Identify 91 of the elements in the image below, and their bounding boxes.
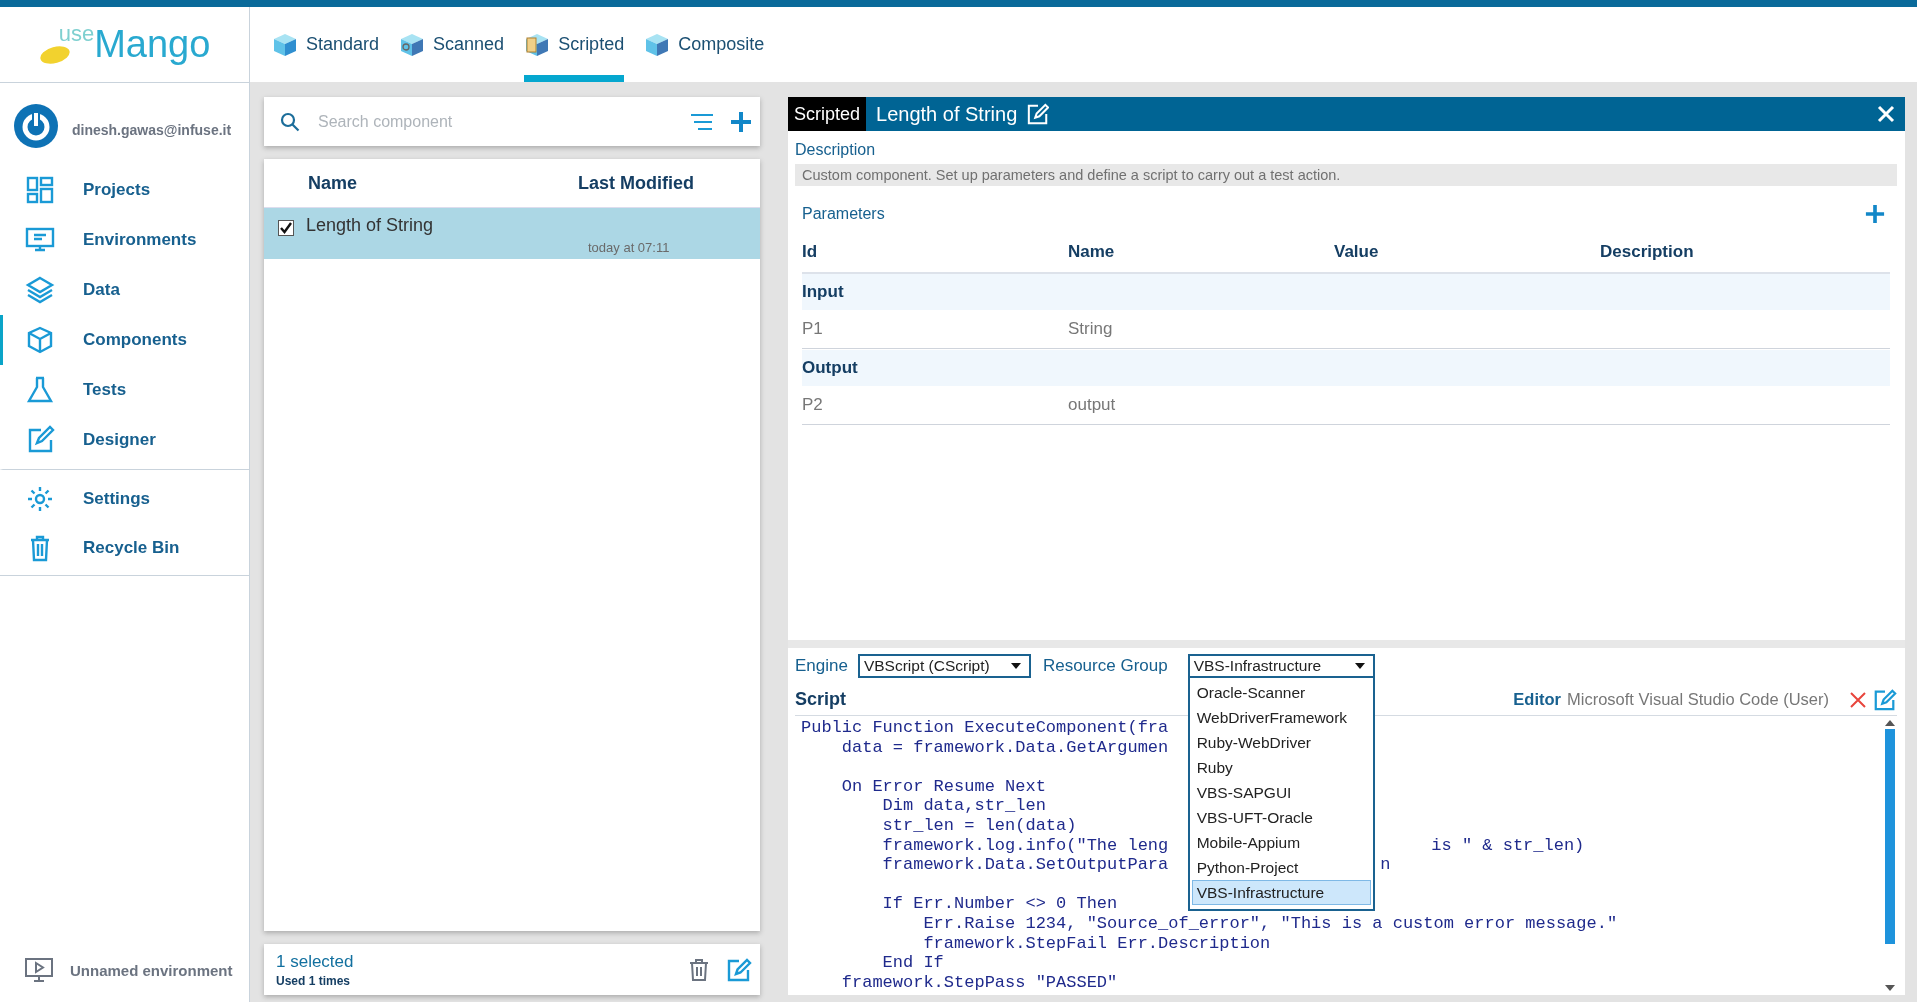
power-icon (14, 104, 58, 148)
code-line: framework.Data.SetOutputPara (881, 855, 1169, 875)
code-line: Err.Raise 1234, "Source_of_error", "This is a custom error message." (922, 913, 1618, 934)
column-header: Id (802, 242, 819, 262)
column-header: Name (307, 172, 359, 194)
table-cell-text: P2 (802, 394, 824, 416)
code-line: On Error Resume Next (840, 776, 1046, 797)
nav-item[interactable]: Settings (0, 469, 249, 523)
cube-icon (524, 31, 551, 58)
trash-icon[interactable] (688, 957, 710, 982)
nav-icon (25, 275, 55, 305)
edit-icon[interactable] (1027, 103, 1050, 125)
scroll-up-icon[interactable] (1885, 720, 1895, 726)
group-row: Input (802, 274, 1890, 310)
nav-icon (25, 375, 55, 405)
cube-icon (644, 31, 671, 58)
cube-icon (272, 31, 298, 58)
component-row[interactable]: Length of String today at 07:11 (264, 208, 760, 259)
checkbox[interactable] (278, 220, 294, 236)
editor-label: Editor (1513, 690, 1562, 709)
add-icon[interactable] (1865, 204, 1885, 224)
nav-item[interactable]: Recycle Bin (0, 523, 249, 573)
modified-time: today at 07:11 (588, 240, 670, 255)
search-field[interactable]: Search component (264, 97, 760, 146)
search-icon (280, 111, 300, 132)
table-cell-text: output (1068, 394, 1117, 416)
code-line: End If (881, 953, 944, 973)
code-line: framework.StepFail Err.Description (922, 933, 1271, 954)
environment-label: Unnamed environment (70, 961, 233, 979)
edit-icon[interactable] (1873, 687, 1897, 712)
dropdown-option[interactable]: Mobile-Appium (1191, 830, 1371, 855)
cube-icon (399, 31, 426, 58)
engine-label: Engine (795, 656, 848, 676)
dropdown-option[interactable]: VBS-SAPGUI (1191, 780, 1371, 805)
nav-item[interactable]: Designer (0, 415, 249, 465)
code-line: is " & str_len) (1430, 835, 1585, 856)
code-line: data = framework.Data.GetArgumen (840, 737, 1169, 758)
dropdown-option[interactable]: Python-Project (1191, 855, 1371, 880)
nav-item[interactable]: Data (0, 265, 249, 315)
selection-count: 1 selected (276, 951, 355, 972)
edit-icon[interactable] (726, 956, 752, 983)
add-icon[interactable] (730, 110, 752, 133)
script-label: Script (795, 689, 846, 710)
description-text: Custom component. Set up parameters and define a script to carry out a test action. (795, 164, 1897, 186)
editor-name: Microsoft Visual Studio Code (User) (1567, 690, 1829, 709)
dropdown-option[interactable]: Ruby (1191, 755, 1371, 780)
logo-name: Mango (94, 23, 211, 66)
nav-icon (25, 325, 55, 355)
component-title: Length of String (876, 102, 1018, 126)
caret-icon (1010, 663, 1021, 669)
group-row: Output (802, 350, 1890, 386)
component-type-tab[interactable]: Scanned (399, 7, 505, 82)
nav-item[interactable]: Environments (0, 215, 249, 265)
table-cell-text: String (1068, 318, 1114, 340)
logo-prefix: use (58, 21, 95, 47)
table-cell-text: P1 (802, 318, 824, 340)
usage-count: Used 1 times (276, 973, 352, 988)
section-label: Parameters (802, 205, 885, 223)
component-type-tab[interactable]: Composite (644, 7, 765, 82)
section-label: Description (795, 141, 876, 158)
scroll-down-icon[interactable] (1885, 985, 1895, 991)
close-icon[interactable] (1849, 690, 1867, 709)
dropdown-option[interactable]: Oracle-Scanner (1191, 680, 1371, 705)
filter-icon[interactable] (690, 111, 714, 132)
nav-item[interactable]: Projects (0, 165, 249, 215)
dropdown-option[interactable]: Ruby-WebDriver (1191, 730, 1371, 755)
dropdown-option[interactable]: VBS-UFT-Oracle (1191, 805, 1371, 830)
column-header: Name (1068, 242, 1116, 262)
dropdown-option[interactable]: WebDriverFramework (1191, 705, 1371, 730)
dropdown-option[interactable]: VBS-Infrastructure (1191, 880, 1371, 905)
resource-group-label: Resource Group (1042, 656, 1168, 676)
code-line: framework.StepPass "PASSED" (840, 972, 1118, 993)
component-type-tab[interactable]: Standard (272, 7, 380, 82)
resource-group-select[interactable]: VBS-Infrastructure (1187, 654, 1375, 678)
caret-icon (1354, 663, 1365, 669)
code-line: Dim data,str_len (881, 796, 1046, 816)
engine-select[interactable]: VBScript (CScript) (857, 654, 1031, 678)
code-line: str_len = len(data) (881, 815, 1077, 836)
column-header: Value (1334, 242, 1380, 262)
code-line: If Err.Number <> 0 Then (881, 894, 1118, 914)
code-line: Public Function ExecuteComponent(fra (801, 718, 1169, 738)
column-header: Last Modified (578, 172, 694, 194)
column-header: Description (1600, 242, 1695, 262)
code-line: n (1380, 855, 1391, 875)
user-email: dinesh.gawas@infuse.it (72, 122, 232, 138)
nav-icon (25, 175, 55, 205)
code-line: framework.log.info("The leng (881, 835, 1169, 856)
monitor-play-icon (24, 956, 54, 984)
component-name: Length of String (306, 215, 435, 236)
nav-item[interactable]: Tests (0, 365, 249, 415)
type-tag: Scripted (788, 97, 867, 131)
